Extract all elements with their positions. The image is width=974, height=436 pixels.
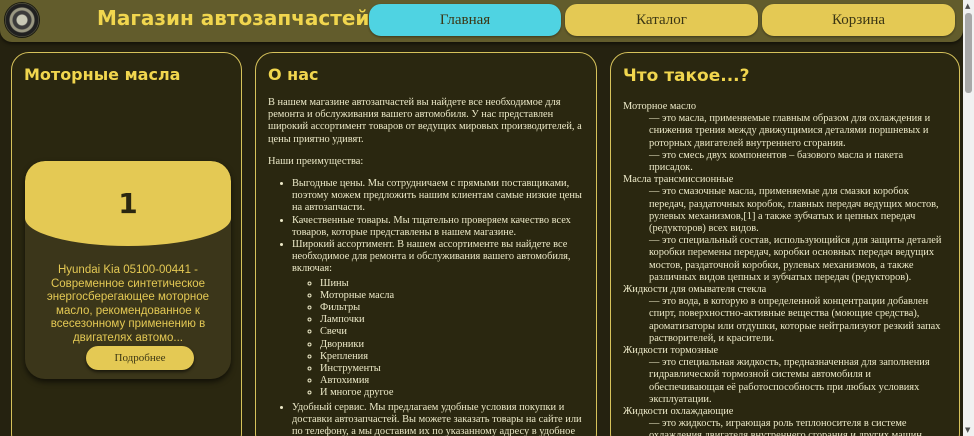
glossary-definition: — это специальный состав, использующийся… [649, 235, 942, 283]
glossary-definition: — это жидкость, играющая роль теплоносит… [649, 418, 925, 436]
assortment-item: Лампочки [320, 314, 584, 326]
assortment-item: Дворники [320, 339, 584, 351]
assortment-list: Шины Моторные масла Фильтры Лампочки Све… [292, 278, 584, 400]
site-title: Магазин автозапчастей [97, 6, 370, 30]
assortment-item: И многое другое [320, 387, 584, 399]
product-card-header: 1 [25, 161, 231, 246]
motor-oils-panel: Моторные масла 1 Hyundai Kia 05100-00441… [11, 52, 242, 436]
scroll-down-icon[interactable]: ▼ [965, 426, 970, 434]
glossary-term: Жидкости охлаждающие [623, 406, 734, 418]
assortment-item: Шины [320, 278, 584, 290]
advantage-item: Выгодные цены. Мы сотрудничаем с прямыми… [292, 178, 584, 215]
nav-catalog-button[interactable]: Каталог [565, 4, 758, 36]
glossary-definition: — это смазочные масла, применяемые для с… [649, 186, 939, 235]
nav-home-button[interactable]: Главная [369, 4, 561, 36]
advantages-list: Выгодные цены. Мы сотрудничаем с прямыми… [268, 178, 584, 436]
site-header: Магазин автозапчастей Главная Каталог Ко… [0, 0, 963, 42]
scrollbar-thumb[interactable] [965, 13, 972, 93]
advantage-item: Качественные товары. Мы тщательно провер… [292, 215, 584, 239]
page-scrollbar[interactable]: ▲ ▼ [963, 0, 974, 436]
glossary-definition: — это вода, в которую в определенной кон… [649, 296, 941, 344]
scroll-up-icon[interactable]: ▲ [965, 2, 970, 10]
assortment-item: Свечи [320, 326, 584, 338]
glossary-text: Моторное масло — это масла, применяемые … [623, 101, 945, 436]
product-card[interactable]: 1 Hyundai Kia 05100-00441 - Современное … [25, 161, 231, 379]
assortment-item: Инструменты [320, 363, 584, 375]
glossary-definition: — это специальная жидкость, предназначен… [649, 357, 930, 405]
about-title: О нас [268, 65, 319, 84]
product-description: Hyundai Kia 05100-00441 - Современное си… [46, 264, 210, 344]
assortment-item: Фильтры [320, 302, 584, 314]
glossary-term: Жидкости для омывателя стекла [623, 284, 767, 296]
glossary-title: Что такое...? [623, 66, 750, 86]
about-panel: О нас В нашем магазине автозапчастей вы … [255, 52, 597, 436]
product-number: 1 [118, 187, 138, 220]
glossary-panel: Что такое...? Моторное масло — это масла… [610, 52, 960, 436]
motor-oils-title: Моторные масла [24, 65, 181, 84]
glossary-term: Масла трансмиссионные [623, 174, 734, 186]
glossary-definition: — это масла, применяемые главным образом… [649, 113, 931, 149]
glossary-term: Жидкости тормозные [623, 345, 719, 357]
wheel-logo-icon[interactable] [4, 2, 40, 38]
glossary-definition: — это смесь двух компонентов – базового … [649, 149, 904, 174]
advantage-item: Удобный сервис. Мы предлагаем удобные ус… [292, 402, 584, 436]
advantage-item-text: Широкий ассортимент. В нашем ассортимент… [292, 239, 571, 275]
about-text: В нашем магазине автозапчастей вы найдет… [268, 97, 584, 436]
advantages-heading: Наши преимущества: [268, 155, 364, 167]
assortment-item: Моторные масла [320, 290, 584, 302]
glossary-term: Моторное масло [623, 101, 697, 112]
details-button[interactable]: Подробнее [86, 346, 194, 370]
nav-cart-button[interactable]: Корзина [762, 4, 955, 36]
about-intro: В нашем магазине автозапчастей вы найдет… [268, 97, 582, 145]
assortment-item: Автохимия [320, 375, 584, 387]
assortment-item: Крепления [320, 351, 584, 363]
advantage-item: Широкий ассортимент. В нашем ассортимент… [292, 239, 584, 400]
